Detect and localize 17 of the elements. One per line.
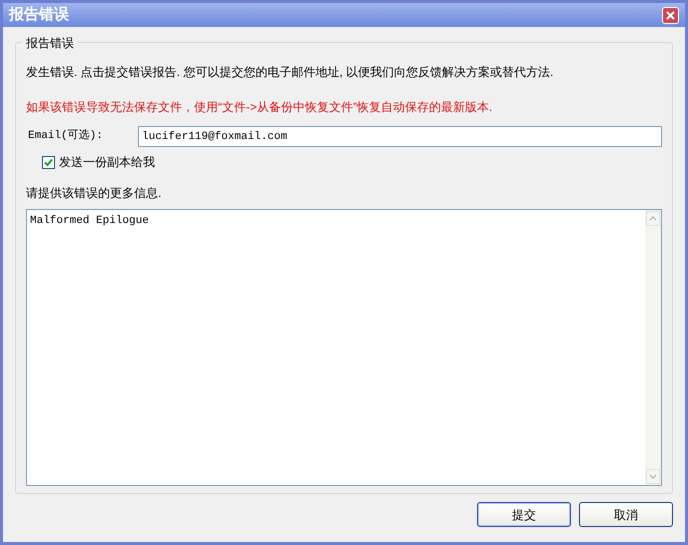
email-field[interactable]: lucifer119@foxmail.com [138,126,662,147]
email-label: Email(可选): [27,128,104,144]
scroll-down-icon[interactable] [646,469,660,484]
scrollbar[interactable] [645,210,661,485]
dialog-button[interactable]: 提交 [477,502,571,527]
checkbox-label: 发送一份副本给我 [59,154,155,171]
window-title: 报告错误 [9,4,69,25]
intro-text: 发生错误. 点击提交错误报告. 您可以提交您的电子邮件地址, 以便我们向您反馈解决方案或替代方法. [26,64,554,81]
group-title: 报告错误 [22,34,78,52]
close-button[interactable] [662,6,679,24]
close-icon [666,10,675,20]
checkbox[interactable] [42,156,55,168]
checkmark-icon [44,158,53,166]
details-label: 请提供该错误的更多信息. [26,185,162,202]
dialog-button[interactable]: 取消 [579,502,673,527]
warning-text: 如果该错误导致无法保存文件，使用“文件->从备份中恢复文件”恢复自动保存的最新版本. [26,99,494,116]
scroll-up-icon[interactable] [646,211,660,226]
